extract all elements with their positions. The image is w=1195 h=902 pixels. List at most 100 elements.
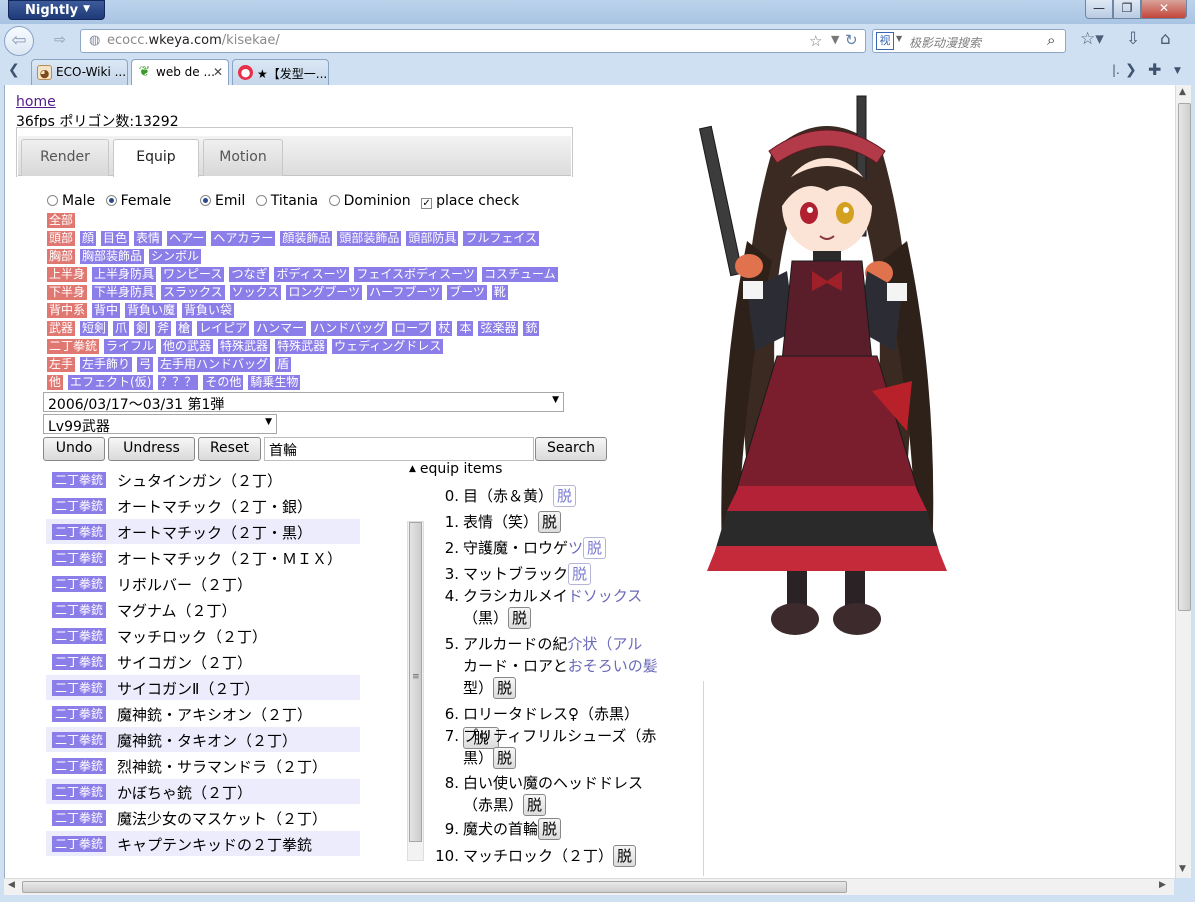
season-select[interactable]: 2006/03/17～03/31 第1弾 ▼	[43, 392, 564, 413]
category-group-chip[interactable]: 頭部	[47, 231, 76, 246]
dominion-option[interactable]: Dominion	[328, 193, 411, 209]
unequip-button[interactable]: 脱	[538, 511, 562, 533]
category-chip[interactable]: ソックス	[229, 285, 282, 300]
category-chip[interactable]: コスチューム	[481, 267, 558, 282]
equip-items-heading[interactable]: ▲ equip items	[409, 461, 502, 477]
search-engine-icon[interactable]: 视	[876, 32, 894, 50]
tab-motion[interactable]: Motion	[203, 139, 283, 176]
close-window-button[interactable]: ✕	[1141, 0, 1187, 19]
category-chip[interactable]: 背負い袋	[182, 303, 235, 318]
unequip-button[interactable]: 脱	[493, 677, 517, 699]
list-item[interactable]: 二丁拳銃 キャプテンキッドの２丁拳銃	[46, 831, 360, 856]
tab-render[interactable]: Render	[21, 139, 109, 176]
back-button[interactable]: ⇦	[4, 26, 34, 56]
list-item[interactable]: 二丁拳銃 サイコガン（２丁）	[46, 649, 360, 674]
category-chip[interactable]: 弓	[137, 357, 154, 372]
category-group-chip[interactable]: 左手	[47, 357, 76, 372]
tab-menu-icon[interactable]: ▼	[1174, 66, 1181, 76]
category-chip[interactable]: ボディスーツ	[274, 267, 350, 282]
list-item[interactable]: 二丁拳銃 魔神銃・アキシオン（２丁）	[46, 701, 360, 726]
page-scroll-thumb[interactable]	[1178, 103, 1191, 611]
category-chip[interactable]: 背中	[92, 303, 121, 318]
search-button[interactable]: Search	[535, 437, 607, 461]
scroll-tabs-right-icon[interactable]: ❯	[1125, 62, 1137, 78]
category-chip[interactable]: 左手飾り	[80, 357, 133, 372]
tab-equip[interactable]: Equip	[113, 139, 199, 177]
category-chip[interactable]: シンボル	[149, 249, 202, 264]
female-option[interactable]: Female	[105, 193, 171, 209]
page-scrollbar[interactable]: ▲ ▼	[1175, 85, 1191, 878]
category-chip[interactable]: 表情	[134, 231, 163, 246]
item-list-scrollbar[interactable]: ≡	[407, 521, 424, 861]
unequip-button[interactable]: 脱	[523, 794, 547, 816]
scroll-left-icon[interactable]: ◀	[8, 880, 15, 890]
magnifier-icon[interactable]: ⌕	[1047, 31, 1055, 49]
list-item[interactable]: 二丁拳銃 サイコガンⅡ（２丁）	[46, 675, 360, 700]
item-search-input[interactable]: 首輪	[264, 437, 534, 461]
category-chip[interactable]: レイピア	[197, 321, 250, 336]
unequip-button[interactable]: 脱	[493, 747, 517, 769]
category-chip[interactable]: エフェクト(仮)	[68, 375, 154, 390]
category-chip[interactable]: 爪	[113, 321, 130, 336]
list-item[interactable]: 二丁拳銃 マッチロック（２丁）	[46, 623, 360, 648]
list-all-tabs-icon[interactable]: ❮	[8, 62, 20, 78]
category-chip[interactable]: ？？？	[158, 375, 199, 390]
place-check-checkbox[interactable]: ✓	[421, 198, 433, 209]
unequip-button[interactable]: 脱	[508, 607, 532, 629]
scroll-down-icon[interactable]: ▼	[1179, 864, 1186, 874]
place-check-option[interactable]: ✓ place check	[421, 193, 519, 209]
category-group-chip[interactable]: 二丁拳銃	[47, 339, 100, 354]
item-list-scroll-thumb[interactable]	[409, 522, 422, 842]
category-chip[interactable]: 頭部防具	[406, 231, 459, 246]
category-chip[interactable]: フェイスボディスーツ	[354, 267, 477, 282]
category-chip[interactable]: スラックス	[161, 285, 225, 300]
list-item[interactable]: 二丁拳銃 烈神銃・サラマンドラ（２丁）	[46, 753, 360, 778]
list-item[interactable]: 二丁拳銃 オートマチック（２丁・黒）	[46, 519, 360, 544]
home-link[interactable]: home	[16, 94, 56, 110]
reload-icon[interactable]: ↻	[845, 31, 858, 49]
titania-radio[interactable]	[255, 195, 267, 206]
forward-button[interactable]: ⇨	[48, 30, 72, 52]
category-chip[interactable]: 短剣	[80, 321, 109, 336]
level-select[interactable]: Lv99武器 ▼	[43, 414, 277, 435]
category-chip[interactable]: つなぎ	[229, 267, 270, 282]
horizontal-scrollbar[interactable]: ◀ ▶	[4, 878, 1174, 895]
list-item[interactable]: 二丁拳銃 かぼちゃ銃（２丁）	[46, 779, 360, 804]
category-chip[interactable]: 騎乗生物	[248, 375, 301, 390]
category-chip[interactable]: 上半身防具	[92, 267, 157, 282]
character-preview[interactable]	[677, 91, 977, 651]
category-chip[interactable]: 剣	[134, 321, 151, 336]
category-chip[interactable]: 左手用ハンドバッグ	[158, 357, 271, 372]
undo-button[interactable]: Undo	[43, 437, 105, 461]
category-chip[interactable]: 斧	[155, 321, 172, 336]
category-chip[interactable]: 下半身防具	[92, 285, 157, 300]
category-group-chip[interactable]: 背中系	[47, 303, 88, 318]
list-item[interactable]: 二丁拳銃 オートマチック（２丁・銀）	[46, 493, 360, 518]
home-icon[interactable]: ⌂	[1160, 29, 1171, 49]
dominion-radio[interactable]	[328, 195, 340, 206]
category-chip[interactable]: ワンピース	[161, 267, 225, 282]
horizontal-scroll-thumb[interactable]	[22, 881, 847, 893]
category-chip[interactable]: 他の武器	[161, 339, 214, 354]
url-bar[interactable]: ◍ ecocc.wkeya.com/kisekae/ ☆ ▼ ↻	[80, 29, 866, 53]
male-option[interactable]: Male	[47, 193, 95, 209]
category-chip[interactable]: フルフェイス	[463, 231, 540, 246]
maximize-button[interactable]: ❐	[1113, 0, 1141, 19]
app-menu-button[interactable]: Nightly ▼	[8, 0, 105, 20]
category-chip[interactable]: 本	[457, 321, 474, 336]
category-chip[interactable]: 槍	[176, 321, 193, 336]
category-chip[interactable]: 弦楽器	[478, 321, 519, 336]
category-chip[interactable]: ライフル	[104, 339, 157, 354]
category-chip[interactable]: 杖	[436, 321, 453, 336]
category-chip[interactable]: 特殊武器	[218, 339, 271, 354]
reset-button[interactable]: Reset	[198, 437, 261, 461]
emil-radio[interactable]	[200, 195, 211, 206]
unequip-button[interactable]: 脱	[583, 537, 607, 559]
category-chip[interactable]: ヘアカラー	[211, 231, 276, 246]
list-item[interactable]: 二丁拳銃 リボルバー（２丁）	[46, 571, 360, 596]
bookmark-star-icon[interactable]: ☆	[809, 32, 822, 50]
url-text[interactable]: ecocc.wkeya.com/kisekae/	[107, 33, 280, 48]
category-chip[interactable]: ハーフブーツ	[367, 285, 443, 300]
category-chip[interactable]: 頭部装飾品	[337, 231, 402, 246]
search-bar[interactable]: 视 ▼ 极影动漫搜索 ⌕	[872, 29, 1066, 53]
